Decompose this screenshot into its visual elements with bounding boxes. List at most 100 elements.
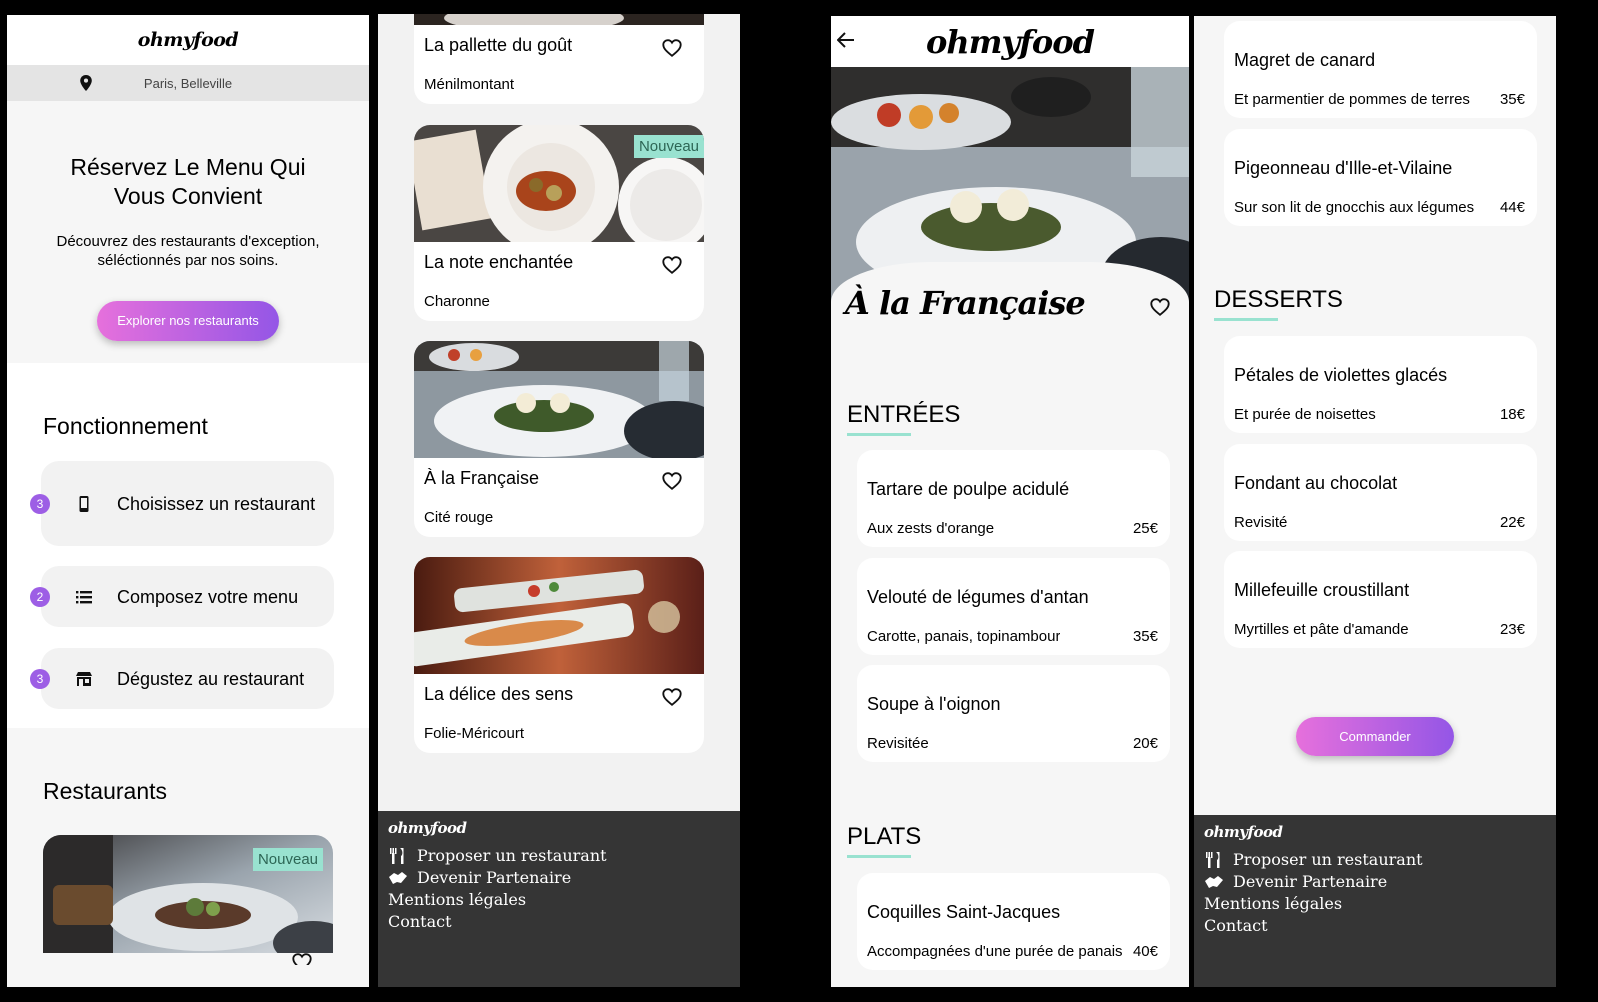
restaurant-image bbox=[414, 557, 704, 674]
back-arrow-icon[interactable] bbox=[837, 32, 855, 48]
footer-link-contact[interactable]: Contact bbox=[1204, 915, 1546, 937]
footer-link-label: Contact bbox=[388, 912, 452, 931]
footer: ohmyfood Proposer un restaurant Devenir … bbox=[378, 811, 740, 987]
handshake-icon bbox=[1205, 876, 1223, 888]
location-bar[interactable]: Paris, Belleville bbox=[7, 65, 369, 101]
restaurants-title: Restaurants bbox=[43, 778, 168, 804]
section-title-text: DESSERTS bbox=[1214, 286, 1343, 313]
home-header: ohmyfood bbox=[7, 15, 369, 65]
dish-card[interactable]: Fondant au chocolat Revisité 22€ bbox=[1224, 444, 1537, 541]
dish-price: 40€ bbox=[1132, 943, 1158, 960]
step-label: Choisissez un restaurant bbox=[117, 493, 316, 514]
dish-name: Pétales de violettes glacés bbox=[1234, 365, 1448, 385]
dish-card[interactable]: Soupe à l'oignon Revisitée 20€ bbox=[857, 665, 1170, 762]
restaurant-card-note-enchantee[interactable]: Nouveau La note enchantée Charonne bbox=[414, 125, 704, 321]
dish-description: Sur son lit de gnocchis aux légumes bbox=[1234, 199, 1475, 216]
footer-link-legal[interactable]: Mentions légales bbox=[388, 889, 730, 911]
footer: ohmyfood Proposer un restaurant Devenir … bbox=[1194, 815, 1556, 987]
dish-card[interactable]: Millefeuille croustillant Myrtilles et p… bbox=[1224, 551, 1537, 648]
dish-price: 18€ bbox=[1499, 406, 1525, 423]
section-underline bbox=[1214, 318, 1278, 321]
restaurant-location: Ménilmontant bbox=[424, 76, 515, 93]
restaurant-name: La note enchantée bbox=[424, 252, 574, 272]
section-title-plats: PLATS bbox=[847, 823, 921, 858]
restaurant-image bbox=[414, 14, 704, 25]
restaurant-name: La pallette du goût bbox=[424, 35, 573, 55]
restaurant-title: À la Française bbox=[845, 284, 1086, 322]
dish-price: 35€ bbox=[1132, 628, 1158, 645]
dish-description: Myrtilles et pâte d'amande bbox=[1234, 621, 1409, 638]
dish-card[interactable]: Magret de canard Et parmentier de pommes… bbox=[1224, 21, 1537, 118]
how-it-works-section: Fonctionnement 3 Choisissez un restauran… bbox=[7, 363, 369, 728]
dish-card[interactable]: Pétales de violettes glacés Et purée de … bbox=[1224, 336, 1537, 433]
phone-icon bbox=[79, 495, 89, 512]
how-it-works-title: Fonctionnement bbox=[43, 413, 208, 439]
footer-link-legal[interactable]: Mentions légales bbox=[1204, 893, 1546, 915]
restaurants-section: Restaurants Nouveau bbox=[7, 728, 369, 987]
heart-icon[interactable] bbox=[661, 686, 683, 708]
dish-card[interactable]: Pigeonneau d'Ille-et-Vilaine Sur son lit… bbox=[1224, 129, 1537, 226]
dish-price: 22€ bbox=[1499, 514, 1525, 531]
menu-screen: ohmyfood À la Française ENTRÉES Tartare … bbox=[831, 16, 1189, 987]
dish-name: Magret de canard bbox=[1234, 50, 1376, 70]
dish-card[interactable]: Tartare de poulpe acidulé Aux zests d'or… bbox=[857, 450, 1170, 547]
dish-card[interactable]: Coquilles Saint-Jacques Accompagnées d'u… bbox=[857, 873, 1170, 970]
restaurant-card-a-la-francaise[interactable]: À la Française Cité rouge bbox=[414, 341, 704, 537]
title-card bbox=[831, 262, 1189, 382]
footer-link-propose[interactable]: Proposer un restaurant bbox=[388, 845, 730, 867]
utensils-icon bbox=[1206, 852, 1220, 868]
hero-title: Réservez Le Menu Qui Vous Convient bbox=[70, 154, 306, 209]
footer-logo: ohmyfood bbox=[1204, 823, 1283, 841]
step-taste-at-restaurant: 3 Dégustez au restaurant bbox=[30, 648, 334, 709]
heart-icon[interactable] bbox=[291, 951, 313, 965]
heart-icon[interactable] bbox=[661, 254, 683, 276]
dish-description: Carotte, panais, topinambour bbox=[867, 628, 1061, 645]
section-title-text: ENTRÉES bbox=[847, 401, 961, 428]
dish-price: 20€ bbox=[1132, 735, 1158, 752]
dish-description: Aux zests d'orange bbox=[867, 520, 995, 537]
step-number: 2 bbox=[30, 586, 50, 607]
restaurant-name: La délice des sens bbox=[424, 684, 574, 704]
explore-restaurants-button[interactable]: Explorer nos restaurants bbox=[97, 301, 279, 341]
utensils-icon bbox=[390, 848, 404, 864]
dish-description: Revisitée bbox=[867, 735, 929, 752]
restaurant-card-pallette[interactable]: La pallette du goût Ménilmontant bbox=[414, 14, 704, 104]
section-title-entrees: ENTRÉES bbox=[847, 401, 960, 436]
step-compose-menu: 2 Composez votre menu bbox=[30, 566, 334, 627]
footer-link-partner[interactable]: Devenir Partenaire bbox=[1204, 871, 1546, 893]
restaurant-card-delice-des-sens[interactable]: La délice des sens Folie-Méricourt bbox=[414, 557, 704, 753]
dish-name: Tartare de poulpe acidulé bbox=[867, 479, 1070, 499]
footer-link-partner[interactable]: Devenir Partenaire bbox=[388, 867, 730, 889]
footer-link-label: Devenir Partenaire bbox=[417, 868, 572, 887]
footer-link-label: Mentions légales bbox=[388, 890, 527, 909]
restaurant-location: Folie-Méricourt bbox=[424, 725, 525, 742]
heart-icon[interactable] bbox=[1149, 296, 1171, 318]
new-badge: Nouveau bbox=[633, 135, 704, 158]
map-pin-icon bbox=[80, 75, 92, 91]
footer-link-contact[interactable]: Contact bbox=[388, 911, 730, 933]
heart-icon[interactable] bbox=[661, 470, 683, 492]
dish-price: 23€ bbox=[1499, 621, 1525, 638]
footer-link-propose[interactable]: Proposer un restaurant bbox=[1204, 849, 1546, 871]
order-button[interactable]: Commander bbox=[1296, 717, 1454, 756]
restaurant-location: Charonne bbox=[424, 293, 490, 310]
logo[interactable]: ohmyfood bbox=[926, 23, 1095, 61]
section-underline bbox=[847, 855, 911, 858]
footer-link-label: Devenir Partenaire bbox=[1233, 872, 1388, 891]
heart-icon[interactable] bbox=[661, 37, 683, 59]
restaurant-card[interactable]: Nouveau bbox=[43, 835, 333, 965]
dish-name: Fondant au chocolat bbox=[1234, 473, 1398, 493]
step-label: Dégustez au restaurant bbox=[117, 668, 305, 689]
restaurant-image bbox=[414, 341, 704, 458]
dish-name: Velouté de légumes d'antan bbox=[867, 587, 1089, 607]
home-screen: ohmyfood Paris, Belleville Réservez Le M… bbox=[7, 15, 369, 987]
dish-name: Pigeonneau d'Ille-et-Vilaine bbox=[1234, 158, 1453, 178]
logo[interactable]: ohmyfood bbox=[138, 29, 239, 51]
step-label: Composez votre menu bbox=[117, 586, 299, 607]
step-number: 3 bbox=[30, 493, 50, 514]
restaurant-list-screen: La pallette du goût Ménilmontant Nouveau… bbox=[378, 14, 740, 987]
dish-card[interactable]: Velouté de légumes d'antan Carotte, pana… bbox=[857, 558, 1170, 655]
hero-text: Découvrez des restaurants d'exception, s… bbox=[56, 233, 320, 269]
menu-header: ohmyfood bbox=[831, 16, 1189, 67]
dish-description: Accompagnées d'une purée de panais bbox=[867, 943, 1123, 960]
